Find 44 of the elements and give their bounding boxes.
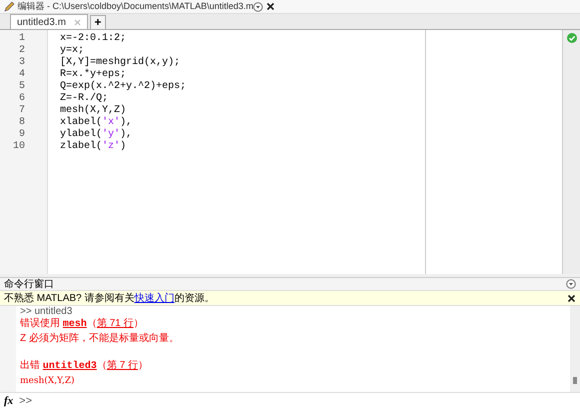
scrollbar-thumb[interactable] [573,377,577,384]
error-message: mesh(X,Y,Z) [20,375,76,388]
command-echo: >> untitled3 [20,306,74,317]
code-line: mesh(X,Y,Z) [60,105,128,116]
line-number: 1 [18,33,26,45]
code-line: ylabel('y'), [60,129,134,140]
code-line: x=-2:0.1:2; [60,33,128,45]
pencil-icon [4,1,15,12]
line-number: 5 [18,81,26,93]
close-icon[interactable] [266,2,275,11]
notice-text: 不熟悉 MATLAB? 请参阅有关快速入门的资源。 [4,292,214,306]
line-number: 7 [18,105,26,117]
line-number: 4 [18,69,26,81]
error-message: 出错 untitled3（第 7 行） [20,359,149,374]
check-icon [566,33,576,43]
error-link[interactable]: mesh [62,319,87,330]
line-number: 3 [18,57,26,69]
close-icon[interactable] [567,294,576,302]
quick-start-link[interactable]: 快速入门 [134,292,174,304]
dropdown-icon[interactable] [253,2,264,12]
line-number: 9 [18,129,26,141]
editor-tab[interactable]: untitled3.m [10,14,88,29]
error-message: Z 必须为矩阵，不能是标量或向量。 [20,332,180,346]
line-link[interactable]: 第 71 行 [96,318,134,329]
new-tab-button[interactable]: + [90,15,106,29]
code-line: xlabel('x'), [60,117,134,128]
code-line: [X,Y]=meshgrid(x,y); [60,57,182,68]
code-line: y=x; [60,45,86,56]
function-icon[interactable]: fx [4,393,14,410]
line-link[interactable]: 第 7 行 [106,360,138,371]
line-number: 6 [18,93,26,105]
code-line: R=x.*y+eps; [60,69,128,80]
line-number: 8 [18,117,26,129]
command-prompt[interactable]: >> [19,393,32,410]
window-title: 编辑器 - C:\Users\coldboy\Documents\MATLAB\untitled3.m [18,0,254,13]
dropdown-icon[interactable] [566,279,576,289]
line-number: 2 [18,45,26,57]
error-link[interactable]: untitled3 [42,361,97,372]
code-line: zlabel('z') [60,141,128,153]
code-line: Q=exp(x.^2+y.^2)+eps; [60,81,188,92]
code-line: Z=-R./Q; [60,93,110,104]
panel-title: 命令行窗口 [4,278,54,292]
line-number: 10 [12,141,26,153]
error-message: 错误使用 mesh（第 71 行） [20,317,144,332]
